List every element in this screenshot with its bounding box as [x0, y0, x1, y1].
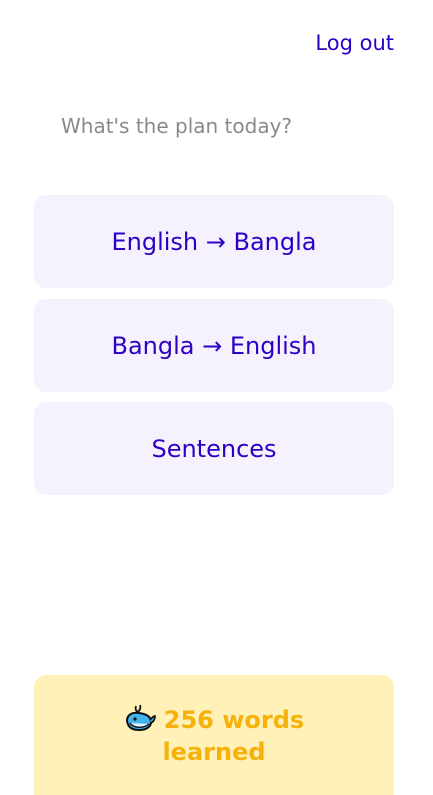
option-label: Bangla → English — [111, 331, 317, 360]
words-learned-card: 256 words learned — [34, 675, 394, 795]
words-learned-count: 256 words — [163, 706, 305, 734]
words-learned-line-1: 256 words — [34, 704, 394, 736]
page-prompt: What's the plan today? — [61, 114, 293, 138]
option-sentences[interactable]: Sentences — [34, 402, 394, 495]
option-bangla-to-english[interactable]: Bangla → English — [34, 299, 394, 392]
whale-icon — [125, 704, 156, 732]
option-label: English → Bangla — [111, 227, 317, 256]
words-learned-content: 256 words learned — [34, 704, 394, 768]
option-label: Sentences — [151, 434, 277, 463]
words-learned-line-2: learned — [162, 738, 266, 766]
logout-button[interactable]: Log out — [315, 30, 394, 56]
option-english-to-bangla[interactable]: English → Bangla — [34, 195, 394, 288]
